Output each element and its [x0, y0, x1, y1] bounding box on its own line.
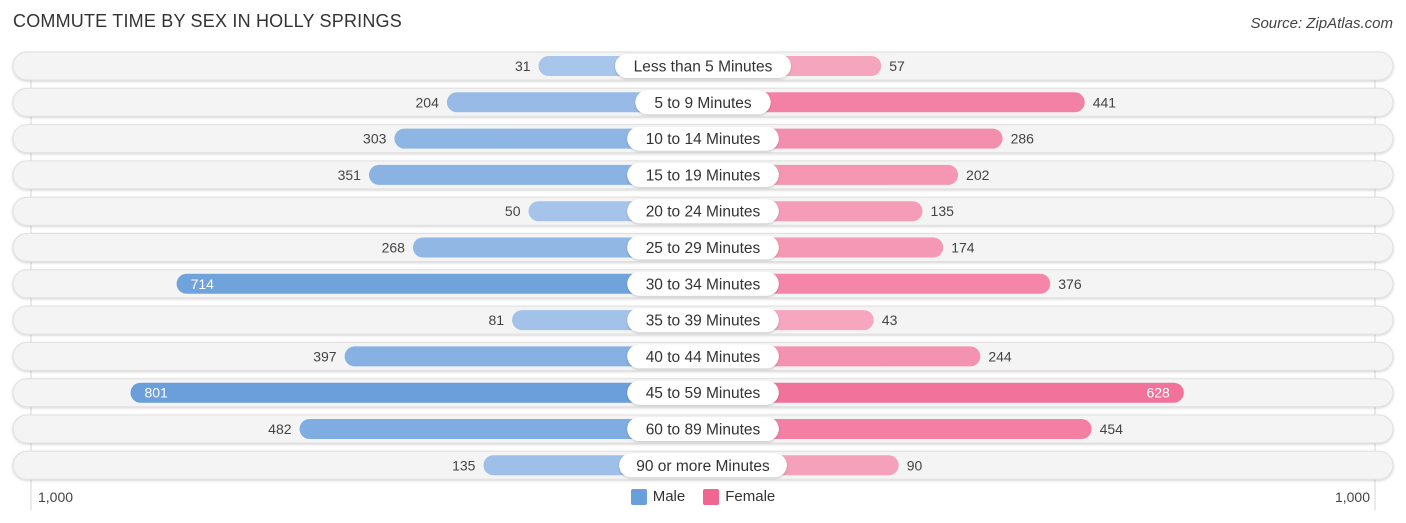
category-label: 40 to 44 Minutes: [646, 349, 761, 366]
male-bar: [176, 273, 703, 294]
female-value-label: 57: [889, 58, 905, 74]
bar-row: 351 202 15 to 19 Minutes: [12, 160, 1394, 190]
male-value-label: 204: [416, 94, 440, 110]
bar-row: 135 90 90 or more Minutes: [12, 450, 1394, 480]
male-value-label: 714: [191, 276, 215, 292]
female-value-label: 376: [1058, 276, 1082, 292]
bar-row: 81 43 35 to 39 Minutes: [12, 305, 1394, 335]
legend-label-male: Male: [652, 488, 686, 505]
legend: Male Female: [0, 488, 1406, 505]
male-value-label: 397: [313, 348, 337, 364]
male-bar: [130, 382, 704, 403]
category-label: 20 to 24 Minutes: [646, 204, 761, 221]
male-value-label: 50: [505, 203, 521, 219]
male-value-label: 351: [338, 167, 362, 183]
category-label: 10 to 14 Minutes: [646, 131, 761, 148]
female-value-label: 90: [907, 457, 923, 473]
bar-row: 397 244 40 to 44 Minutes: [12, 341, 1394, 371]
category-label: 15 to 19 Minutes: [646, 167, 761, 184]
female-value-label: 454: [1100, 421, 1124, 437]
male-value-label: 268: [382, 240, 406, 256]
bar-row: 268 174 25 to 29 Minutes: [12, 233, 1394, 262]
male-value-label: 303: [363, 131, 387, 147]
female-value-label: 286: [1011, 131, 1035, 147]
bar-row: 801 628 45 to 59 Minutes: [12, 378, 1394, 408]
female-value-label: 441: [1093, 94, 1117, 110]
category-label: 5 to 9 Minutes: [654, 95, 752, 112]
female-value-label: 135: [931, 203, 955, 219]
category-label: Less than 5 Minutes: [634, 59, 773, 76]
category-label: 60 to 89 Minutes: [646, 422, 761, 439]
category-label: 90 or more Minutes: [636, 458, 770, 475]
female-value-label: 628: [1146, 385, 1170, 401]
bar-row: 714 376 30 to 34 Minutes: [12, 269, 1394, 299]
male-value-label: 482: [268, 421, 292, 437]
bar-row: 50 135 20 to 24 Minutes: [12, 196, 1394, 226]
male-value-label: 801: [144, 385, 168, 401]
bar-row: 482 454 60 to 89 Minutes: [12, 414, 1394, 444]
legend-swatch-female: [703, 488, 720, 505]
female-value-label: 244: [988, 348, 1012, 364]
male-value-label: 81: [488, 312, 504, 328]
female-value-label: 43: [882, 312, 898, 328]
legend-item-male[interactable]: Male: [630, 488, 686, 505]
male-value-label: 135: [452, 457, 476, 473]
category-label: 30 to 34 Minutes: [646, 276, 761, 293]
category-label: 25 to 29 Minutes: [646, 240, 761, 257]
female-value-label: 174: [951, 240, 975, 256]
legend-label-female: Female: [725, 488, 776, 505]
female-value-label: 202: [966, 167, 990, 183]
male-value-label: 31: [515, 58, 531, 74]
chart-area: 31 57 Less than 5 Minutes 204 441 5 to 9 Minu…: [12, 51, 1394, 510]
bar-row: 31 57 Less than 5 Minutes: [12, 51, 1394, 81]
legend-swatch-male: [630, 488, 647, 505]
legend-item-female[interactable]: Female: [703, 488, 775, 505]
category-label: 35 to 39 Minutes: [646, 313, 761, 330]
bar-row: 303 286 10 to 14 Minutes: [12, 124, 1394, 154]
bar-row: 204 441 5 to 9 Minutes: [12, 87, 1394, 117]
category-label: 45 to 59 Minutes: [646, 385, 761, 402]
